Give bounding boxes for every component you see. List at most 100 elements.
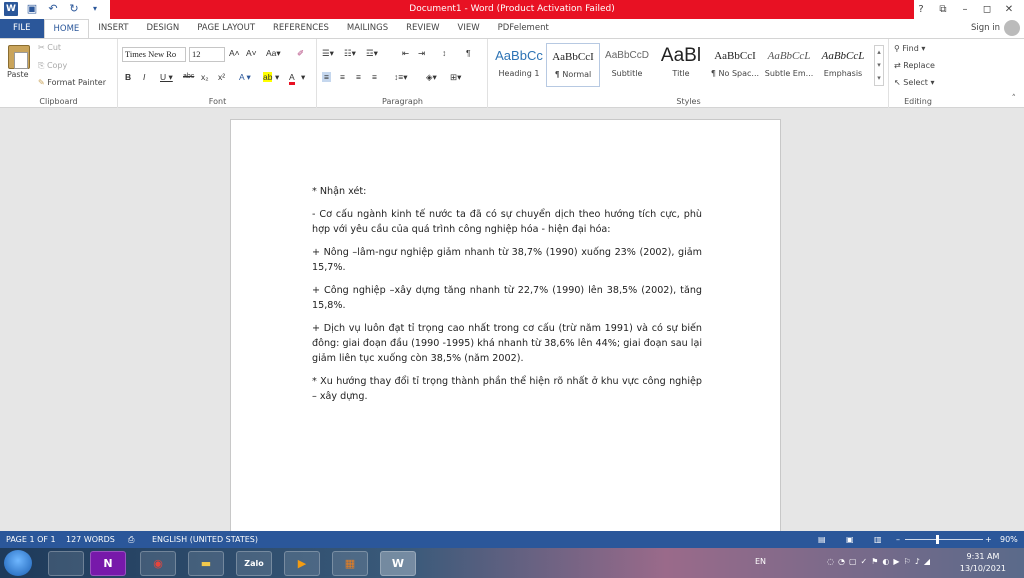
style-emphasis[interactable]: AaBbCcL Emphasis [816,43,870,87]
decrease-indent-icon[interactable]: ⇤ [402,48,409,59]
tab-mailings[interactable]: MAILINGS [338,19,397,38]
style-preview: AaBbCcI [552,51,594,63]
tab-insert[interactable]: INSERT [89,19,137,38]
highlight-icon[interactable]: ab [263,72,273,82]
sort-icon[interactable]: ↕ [442,48,446,58]
justify-icon[interactable]: ≡ [372,72,377,82]
format-painter-button[interactable]: ✎ Format Painter [38,78,106,87]
italic-button[interactable]: I [143,72,145,82]
customize-qat-icon[interactable]: ▾ [88,2,102,16]
font-color-icon[interactable]: A [289,72,295,85]
read-mode-icon[interactable]: ▤ [818,531,826,548]
align-left-icon[interactable]: ≡ [322,72,331,82]
web-layout-icon[interactable]: ▥ [874,531,882,548]
taskbar-media[interactable]: ▶ [284,551,320,576]
line-spacing-icon[interactable]: ↕≡▾ [394,72,407,83]
style-preview: AaBbCcL [821,50,865,62]
select-button[interactable]: ↖ Select ▾ [894,78,935,87]
minimize-button[interactable]: – [954,0,976,19]
style-heading-1[interactable]: AaBbCc Heading 1 [492,43,546,87]
style-title[interactable]: AaBl Title [654,43,708,87]
shading-icon[interactable]: ◈▾ [426,72,437,83]
proofing-icon[interactable]: ⎙ [128,531,134,548]
align-right-icon[interactable]: ≡ [356,72,361,82]
change-case-icon[interactable]: Aa▾ [266,48,281,59]
align-center-icon[interactable]: ≡ [340,72,345,82]
tab-page-layout[interactable]: PAGE LAYOUT [188,19,264,38]
taskbar-app-2[interactable]: ▦ [332,551,368,576]
font-color-dropdown-icon[interactable]: ▾ [301,72,305,83]
tab-references[interactable]: REFERENCES [264,19,338,38]
select-label: Select [903,78,928,87]
grow-font-icon[interactable]: A˄ [229,48,240,58]
collapse-ribbon-icon[interactable]: ˄ [1012,94,1017,104]
style-subtitle[interactable]: AaBbCcD Subtitle [600,43,654,87]
print-layout-icon[interactable]: ▣ [846,531,854,548]
style-normal[interactable]: AaBbCcI ¶ Normal [546,43,600,87]
play-icon: ▶ [297,557,307,570]
find-button[interactable]: ⚲ Find ▾ [894,44,925,53]
borders-icon[interactable]: ⊞▾ [450,72,461,83]
help-button[interactable]: ? [910,0,932,19]
redo-icon[interactable]: ↻ [67,2,81,16]
zoom-slider-handle[interactable] [936,535,939,544]
undo-icon[interactable]: ↶ [46,2,60,16]
numbering-icon[interactable]: ☷▾ [344,48,356,59]
tab-design[interactable]: DESIGN [137,19,188,38]
tray-language[interactable]: EN [755,556,766,568]
tab-home[interactable]: HOME [43,18,90,39]
font-name-input[interactable]: Times New Ro [122,47,186,62]
strikethrough-button[interactable]: abc [183,73,194,80]
close-button[interactable]: ✕ [998,0,1020,19]
replace-button[interactable]: ⇄ Replace [894,61,935,70]
superscript-button[interactable]: x² [218,72,225,82]
show-marks-icon[interactable]: ¶ [466,48,471,58]
avatar[interactable] [1004,20,1020,36]
zoom-slider[interactable] [905,539,983,540]
increase-indent-icon[interactable]: ⇥ [418,48,425,59]
paste-icon[interactable] [8,45,30,69]
copy-button[interactable]: ⎘ Copy [38,61,67,71]
underline-button[interactable]: U ▾ [160,72,173,83]
tray-icons[interactable]: ◌◔▢✓⚑◐▶⚐♪◢ [827,556,934,568]
taskbar-app-1[interactable] [48,551,84,576]
cut-button[interactable]: ✂ Cut [38,43,61,52]
clock[interactable]: 9:31 AM 13/10/2021 [960,551,1006,575]
tab-file[interactable]: FILE [0,19,44,38]
clock-date: 13/10/2021 [959,564,1006,573]
styles-scroll-icon[interactable]: ▴ ▾ ▾ [874,45,884,86]
subscript-button[interactable]: x₂ [201,72,209,82]
tab-review[interactable]: REVIEW [397,19,448,38]
taskbar-zalo[interactable]: Zalo [236,551,272,576]
clear-formatting-icon[interactable]: ✐ [297,48,304,59]
save-icon[interactable]: ▣ [25,2,39,16]
zoom-in-icon[interactable]: + [985,531,992,548]
zoom-out-icon[interactable]: – [896,531,900,548]
bullets-icon[interactable]: ☰▾ [322,48,334,59]
font-size-input[interactable]: 12 [189,47,225,62]
bold-button[interactable]: B [125,72,131,82]
style-no-spacing[interactable]: AaBbCcI ¶ No Spac... [708,43,762,87]
paste-button[interactable]: Paste [7,70,29,79]
page-count[interactable]: PAGE 1 OF 1 [6,531,56,548]
zoom-level[interactable]: 90% [1000,531,1018,548]
tab-pdfelement[interactable]: PDFelement [489,19,558,38]
style-subtle-emphasis[interactable]: AaBbCcL Subtle Em... [762,43,816,87]
start-button[interactable] [4,550,32,576]
multilevel-list-icon[interactable]: ☲▾ [366,48,378,59]
taskbar-onenote[interactable]: N [90,551,126,576]
taskbar-explorer[interactable]: ▬ [188,551,224,576]
language-status[interactable]: ENGLISH (UNITED STATES) [152,531,258,548]
taskbar-chrome[interactable]: ◉ [140,551,176,576]
document-page[interactable]: * Nhận xét: - Cơ cấu ngành kinh tế nước … [230,119,781,539]
tab-view[interactable]: VIEW [449,19,489,38]
taskbar-word[interactable]: W [380,551,416,576]
highlight-dropdown-icon[interactable]: ▾ [275,72,279,83]
shrink-font-icon[interactable]: A˅ [246,48,257,58]
document-body[interactable]: * Nhận xét: - Cơ cấu ngành kinh tế nước … [312,184,702,412]
sign-in-link[interactable]: Sign in [971,19,1000,38]
word-count[interactable]: 127 WORDS [66,531,115,548]
text-effects-icon[interactable]: A ▾ [239,72,251,83]
ribbon-display-button[interactable]: ⧉ [932,0,954,19]
maximize-button[interactable]: ◻ [976,0,998,19]
